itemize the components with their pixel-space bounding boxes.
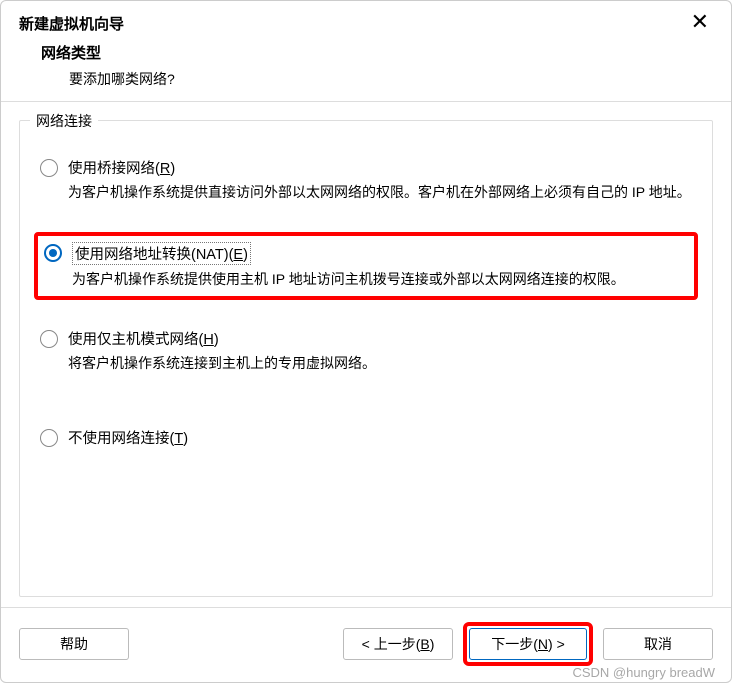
close-icon[interactable]: ✕: [687, 13, 713, 31]
desc-nat: 为客户机操作系统提供使用主机 IP 地址访问主机拨号连接或外部以太网网络连接的权…: [44, 269, 688, 291]
header: 网络类型 要添加哪类网络?: [1, 42, 731, 101]
button-bar: 帮助 < 上一步(B) 下一步(N) > 取消 CSDN @hungry bre…: [1, 607, 731, 682]
desc-hostonly: 将客户机操作系统连接到主机上的专用虚拟网络。: [40, 353, 692, 375]
radio-nat[interactable]: [44, 244, 62, 262]
content-area: 网络连接 使用桥接网络(R) 为客户机操作系统提供直接访问外部以太网网络的权限。…: [1, 102, 731, 607]
titlebar: 新建虚拟机向导 ✕: [1, 1, 731, 42]
radio-hostonly[interactable]: [40, 330, 58, 348]
watermark: CSDN @hungry breadW: [572, 665, 715, 680]
dialog-title: 新建虚拟机向导: [19, 13, 124, 34]
option-hostonly[interactable]: 使用仅主机模式网络(H) 将客户机操作系统连接到主机上的专用虚拟网络。: [34, 322, 698, 381]
label-nat: 使用网络地址转换(NAT)(E): [72, 242, 251, 265]
label-hostonly: 使用仅主机模式网络(H): [68, 328, 219, 349]
page-subtitle: 要添加哪类网络?: [41, 69, 713, 89]
next-button[interactable]: 下一步(N) >: [469, 628, 587, 660]
group-legend: 网络连接: [30, 111, 98, 131]
desc-bridged: 为客户机操作系统提供直接访问外部以太网网络的权限。客户机在外部网络上必须有自己的…: [40, 182, 692, 204]
label-bridged: 使用桥接网络(R): [68, 157, 175, 178]
option-bridged[interactable]: 使用桥接网络(R) 为客户机操作系统提供直接访问外部以太网网络的权限。客户机在外…: [34, 151, 698, 210]
next-button-highlight: 下一步(N) >: [463, 622, 593, 666]
help-button[interactable]: 帮助: [19, 628, 129, 660]
option-none[interactable]: 不使用网络连接(T): [34, 421, 698, 458]
radio-none[interactable]: [40, 429, 58, 447]
cancel-button[interactable]: 取消: [603, 628, 713, 660]
label-none: 不使用网络连接(T): [68, 427, 188, 448]
page-title: 网络类型: [41, 42, 713, 63]
option-nat[interactable]: 使用网络地址转换(NAT)(E) 为客户机操作系统提供使用主机 IP 地址访问主…: [34, 232, 698, 301]
back-button[interactable]: < 上一步(B): [343, 628, 453, 660]
network-connection-group: 网络连接 使用桥接网络(R) 为客户机操作系统提供直接访问外部以太网网络的权限。…: [19, 120, 713, 597]
wizard-dialog: 新建虚拟机向导 ✕ 网络类型 要添加哪类网络? 网络连接 使用桥接网络(R) 为…: [0, 0, 732, 683]
radio-bridged[interactable]: [40, 159, 58, 177]
